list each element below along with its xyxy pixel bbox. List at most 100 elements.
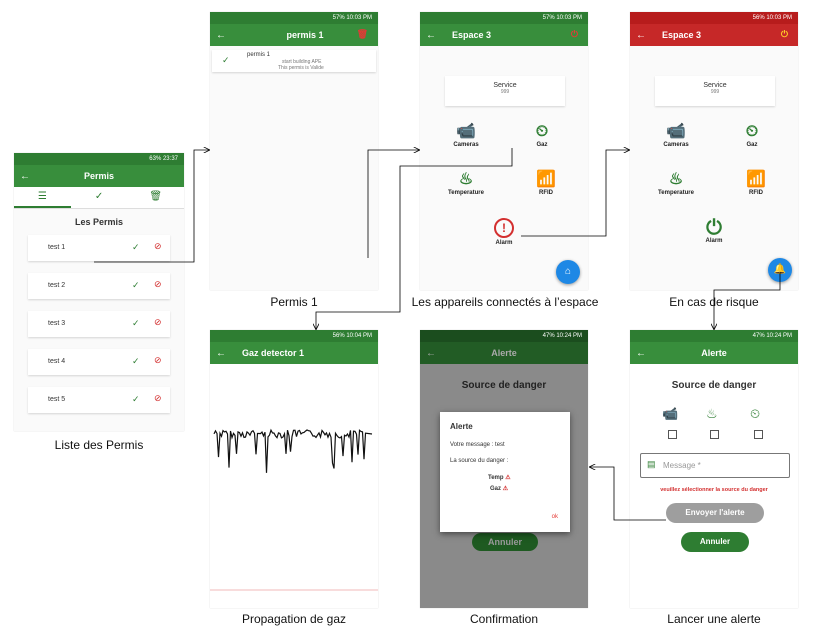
permis-card[interactable]: ✓ permis 1 start building APE This permi… (212, 50, 376, 72)
alert-dialog: Alerte Votre message : test La source du… (440, 412, 570, 532)
back-arrow-icon[interactable]: ← (630, 348, 652, 359)
back-arrow-icon[interactable]: ← (630, 30, 652, 41)
caption-alert: Lancer une alerte (667, 612, 761, 626)
camera-icon: 📹 (666, 123, 686, 140)
dialog-source: La source du danger : (450, 458, 509, 464)
status-bar: 56% 10:03 PM (630, 12, 798, 24)
checkbox-gaz[interactable] (754, 430, 763, 439)
app-bar: ← Espace 3 ⏻ (630, 24, 798, 46)
device-cameras[interactable]: 📹 Cameras (436, 122, 496, 148)
status-bar: 57% 10:03 PM (210, 12, 378, 24)
list-icon: ☰ (37, 191, 47, 202)
gauge-icon[interactable]: ⏲ (750, 406, 760, 422)
service-label: Service (703, 82, 727, 89)
home-fab[interactable]: ⌂ (556, 260, 580, 284)
permis-status: This permis is Valide (278, 65, 324, 71)
source-temp: Temp ⚠ (488, 475, 511, 481)
page-title: Gaz detector 1 (242, 348, 305, 358)
permis-list-item[interactable]: test 4 ✓ ⊘ (28, 349, 170, 375)
delete-icon[interactable]: 🗑 (357, 29, 368, 40)
bg-header: Source de danger (461, 380, 547, 391)
alert-header: Source de danger (671, 380, 757, 391)
permis-list-item[interactable]: test 2 ✓ ⊘ (28, 273, 170, 299)
check-icon[interactable]: ✓ (132, 242, 140, 253)
device-alarm[interactable]: ! Alarm (474, 218, 534, 246)
block-icon[interactable]: ⊘ (154, 241, 162, 252)
caption-permis-detail: Permis 1 (270, 295, 318, 309)
service-label: Service (493, 82, 517, 89)
page-title: Alerte (701, 348, 727, 358)
cancel-button[interactable]: Annuler (681, 532, 749, 552)
screen-confirmation: 47% 10:24 PM ← Alerte Source de danger A… (420, 330, 588, 608)
tab-deleted[interactable]: 🗑 (127, 187, 184, 208)
heater-icon[interactable]: ♨ (706, 406, 718, 422)
gauge-icon: ⏲ (535, 123, 549, 140)
checkbox-temperature[interactable] (710, 430, 719, 439)
device-rfid[interactable]: 📶 RFID (516, 170, 576, 196)
message-field[interactable]: ▤ Message * (640, 453, 790, 478)
warning-icon: ⚠ (502, 486, 509, 492)
screen-gaz-detector: 56% 10:04 PM ← Gaz detector 1 (210, 330, 378, 608)
permis-list-item[interactable]: test 1 ✓ ⊘ (28, 235, 170, 261)
ok-button[interactable]: ok (552, 514, 558, 520)
permis-list-item[interactable]: test 5 ✓ ⊘ (28, 387, 170, 413)
screen-espace-risk: 56% 10:03 PM ← Espace 3 ⏻ Service 999 📹 C… (630, 12, 798, 290)
page-title: Espace 3 (452, 30, 492, 40)
alarm-icon: ! (494, 218, 514, 238)
block-icon[interactable]: ⊘ (154, 355, 162, 366)
bell-icon: 🔔 (773, 264, 787, 275)
tab-valid[interactable]: ✓ (71, 187, 128, 208)
back-arrow-icon[interactable]: ← (14, 171, 36, 182)
check-icon[interactable]: ✓ (132, 280, 140, 291)
warning-icon: ⚠ (505, 475, 511, 481)
check-icon[interactable]: ✓ (132, 318, 140, 329)
caption-espace: Les appareils connectés à l’espace (411, 295, 599, 309)
status-bar: 47% 10:24 PM (630, 330, 798, 342)
power-icon[interactable]: ⏻ (571, 29, 578, 40)
block-icon[interactable]: ⊘ (154, 393, 162, 404)
check-icon[interactable]: ✓ (132, 394, 140, 405)
caption-permis-list: Liste des Permis (54, 438, 144, 452)
app-bar: ← Espace 3 ⏻ (420, 24, 588, 46)
power-icon[interactable]: ⏻ (781, 29, 788, 40)
trash-icon: 🗑 (149, 191, 163, 202)
alarm-fab[interactable]: 🔔 (768, 258, 792, 282)
permis-list-item[interactable]: test 3 ✓ ⊘ (28, 311, 170, 337)
device-cameras[interactable]: 📹 Cameras (646, 122, 706, 148)
device-alarm[interactable]: ⏻ Alarm (684, 218, 744, 244)
block-icon[interactable]: ⊘ (154, 317, 162, 328)
permis-list: test 1 ✓ ⊘ test 2 ✓ ⊘ test 3 ✓ ⊘ test 4 ✓ ⊘ test 5 ✓ ⊘ (14, 235, 184, 413)
permis-item-label: test 3 (48, 320, 66, 327)
back-arrow-icon[interactable]: ← (420, 348, 442, 359)
service-value: 999 (710, 89, 720, 95)
gaz-line (213, 428, 373, 473)
device-gaz[interactable]: ⏲ Gaz (512, 122, 572, 148)
back-arrow-icon[interactable]: ← (210, 30, 232, 41)
checkbox-camera[interactable] (668, 430, 677, 439)
device-temperature[interactable]: ♨ Temperature (646, 170, 706, 196)
status-bar: 57% 10:03 PM (420, 12, 588, 24)
tab-list[interactable]: ☰ (14, 187, 71, 208)
send-alert-button[interactable]: Envoyer l'alerte (666, 503, 764, 523)
source-gaz: Gaz ⚠ (490, 486, 509, 492)
device-temperature[interactable]: ♨ Temperature (436, 170, 496, 196)
message-icon: ▤ (647, 459, 656, 469)
block-icon[interactable]: ⊘ (154, 279, 162, 290)
page-title: Espace 3 (662, 30, 702, 40)
screen-alert: 47% 10:24 PM ← Alerte Source de danger 📹… (630, 330, 798, 608)
check-icon[interactable]: ✓ (132, 356, 140, 367)
error-message: veuillez sélectionner la source du dange… (660, 487, 768, 493)
dialog-message: Votre message : test (450, 442, 505, 448)
heater-icon: ♨ (668, 171, 684, 188)
check-icon: ✓ (94, 191, 104, 202)
camera-icon[interactable]: 📹 (662, 406, 678, 422)
device-gaz[interactable]: ⏲ Gaz (722, 122, 782, 148)
gauge-icon: ⏲ (745, 123, 759, 140)
caption-confirmation: Confirmation (469, 612, 539, 626)
section-title: Les Permis (74, 217, 124, 227)
home-icon: ⌂ (564, 266, 572, 277)
back-arrow-icon[interactable]: ← (210, 348, 232, 359)
device-rfid[interactable]: 📶 RFID (726, 170, 786, 196)
cancel-button[interactable]: Annuler (472, 533, 538, 551)
back-arrow-icon[interactable]: ← (420, 30, 442, 41)
